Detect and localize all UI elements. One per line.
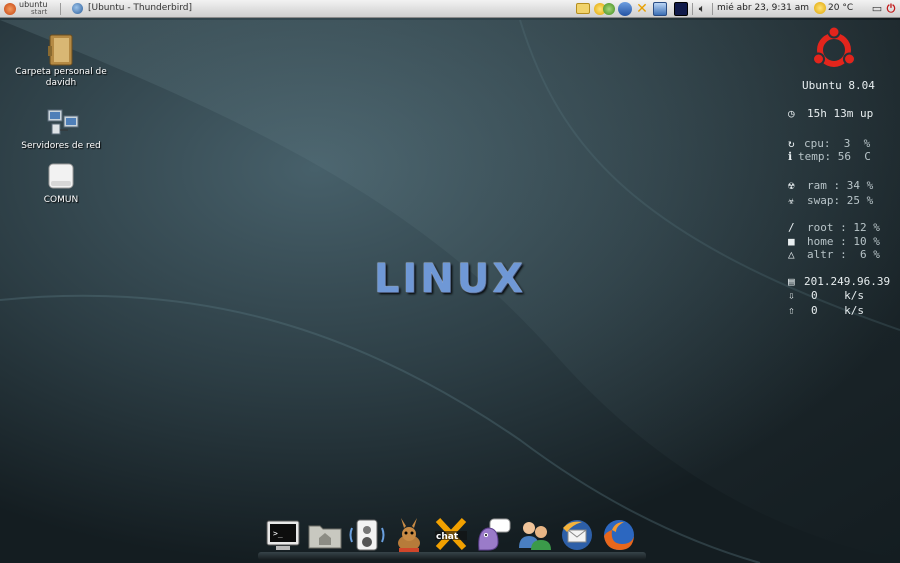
mail-icon[interactable] — [576, 3, 590, 14]
terminal-status-icon[interactable] — [674, 2, 688, 16]
swap-usage: swap: 25 % — [807, 194, 874, 207]
ubuntu-logo-icon — [4, 3, 16, 15]
power-icon[interactable]: ⏻ — [884, 2, 898, 16]
thunderbird-icon — [72, 3, 83, 14]
root-disk-usage: root : 12 % — [807, 221, 880, 234]
dock-home-folder-icon[interactable] — [306, 516, 344, 554]
volume-icon[interactable]: 🔈︎ — [695, 2, 709, 16]
network-manager-icon[interactable] — [653, 2, 667, 16]
ip-address: 201.249.96.39 — [804, 275, 891, 288]
cpu-temperature: temp: 56 C — [798, 150, 871, 163]
panel-separator — [60, 3, 61, 15]
temperature-icon: ℹ — [788, 150, 793, 163]
clock-icon: ◷ — [788, 107, 795, 120]
xchat-icon[interactable]: ✕ — [635, 2, 649, 16]
top-panel: ubuntu start [Ubuntu - Thunderbird] ✕ 🔈︎… — [0, 0, 900, 18]
ubuntu-circle-of-friends-icon — [812, 26, 856, 67]
dock-contacts-icon[interactable] — [516, 516, 554, 554]
cpu-icon: ↻ — [788, 137, 795, 150]
root-symbol: / — [788, 221, 795, 234]
dock-firefox-icon[interactable] — [600, 516, 638, 554]
warning-icon: △ — [788, 248, 795, 261]
radiation-icon: ☢ — [788, 179, 795, 192]
biohazard-icon: ☣ — [788, 194, 795, 207]
weather-temperature: 20 °C — [828, 3, 854, 13]
dock-xchat-icon[interactable]: chat — [432, 516, 470, 554]
desktop-icon-label: Servidores de red — [21, 141, 101, 151]
home-disk-usage: home : 10 % — [807, 235, 880, 248]
panel-separator — [692, 3, 693, 15]
dock-pidgin-icon[interactable] — [474, 516, 512, 554]
start-menu-button[interactable]: ubuntu start — [2, 0, 56, 18]
upload-arrow-icon: ⇧ — [788, 304, 795, 317]
bluetooth-icon[interactable] — [618, 2, 632, 16]
desktop-icon-label: COMUN — [43, 195, 79, 205]
weather-icon[interactable] — [814, 2, 826, 14]
folder-icon — [46, 34, 76, 66]
show-desktop-icon[interactable]: ▭ — [870, 2, 884, 16]
uptime-value: 15h 13m up — [807, 107, 874, 120]
application-dock: >_ chat — [258, 512, 646, 560]
svg-text:chat: chat — [436, 532, 459, 542]
network-status-icon[interactable] — [603, 3, 615, 15]
dock-audio-player-icon[interactable] — [348, 516, 386, 554]
ram-usage: ram : 34 % — [807, 179, 874, 192]
altr-disk-usage: altr : 6 % — [807, 248, 880, 261]
wallpaper-linux-text: LINUX — [373, 256, 527, 302]
drive-icon — [46, 162, 76, 192]
download-rate: 0 k/s — [811, 289, 864, 302]
os-version: Ubuntu 8.04 — [802, 79, 875, 92]
taskbar-window-thunderbird[interactable]: [Ubuntu - Thunderbird] — [70, 1, 370, 17]
clock[interactable]: mié abr 23, 9:31 am — [717, 3, 809, 13]
cpu-usage: cpu: 3 % — [804, 137, 871, 150]
download-arrow-icon: ⇩ — [788, 289, 795, 302]
panel-separator — [712, 3, 713, 15]
desktop-icon-network-servers[interactable]: Servidores de red — [6, 108, 116, 152]
dock-thunderbird-icon[interactable] — [558, 516, 596, 554]
taskbar-window-title: [Ubuntu - Thunderbird] — [88, 3, 192, 13]
svg-text:>_: >_ — [273, 529, 283, 538]
network-servers-icon — [46, 108, 79, 138]
desktop-icon-comun-drive[interactable]: COMUN — [6, 162, 116, 206]
desktop-icon-label: Carpeta personal de davidh — [15, 67, 107, 88]
network-icon: ▤ — [788, 275, 795, 288]
folder-icon: ■ — [788, 235, 795, 248]
upload-rate: 0 k/s — [811, 304, 864, 317]
desktop-icon-home-folder[interactable]: Carpeta personal de davidh — [6, 34, 116, 89]
start-label: start — [31, 8, 48, 16]
dock-terminal-icon[interactable]: >_ — [264, 516, 302, 554]
dock-amule-icon[interactable] — [390, 516, 428, 554]
